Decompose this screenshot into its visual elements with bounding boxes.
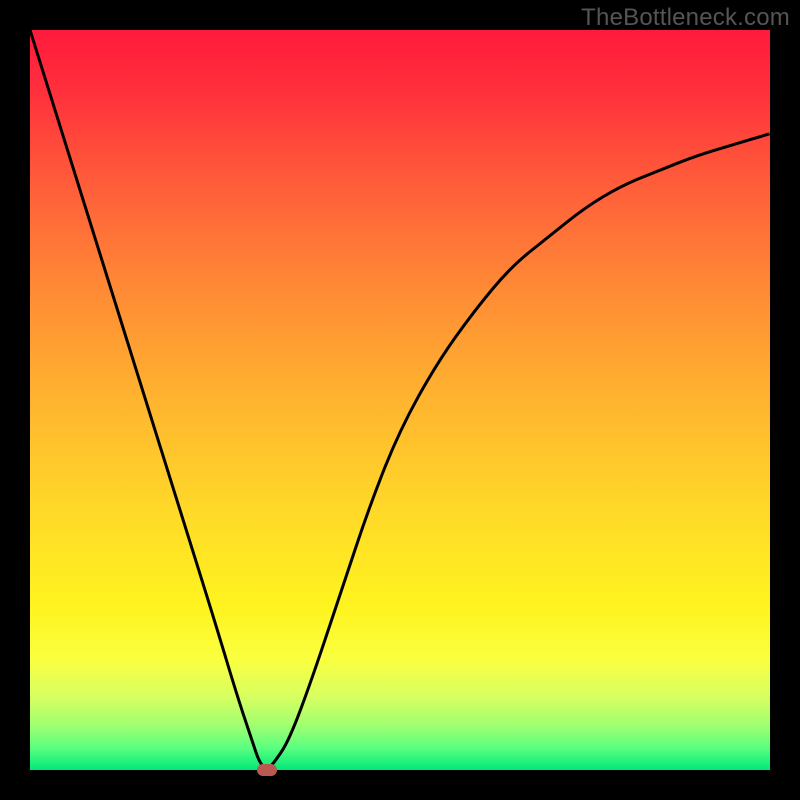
- bottleneck-curve-path: [30, 30, 770, 768]
- watermark-text: TheBottleneck.com: [581, 4, 790, 32]
- minimum-marker: [257, 764, 277, 776]
- chart-frame: TheBottleneck.com: [0, 0, 800, 800]
- bottleneck-curve: [30, 30, 770, 770]
- chart-plot-area: [30, 30, 770, 770]
